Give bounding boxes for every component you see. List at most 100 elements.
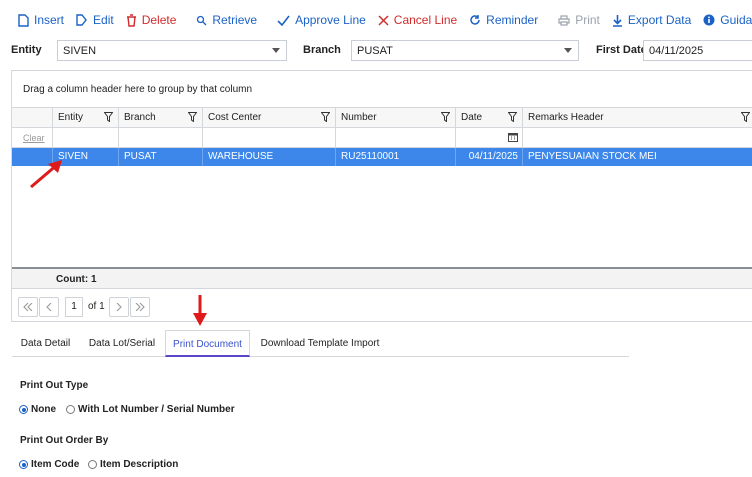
tab-download-template-import[interactable]: Download Template Import (258, 330, 382, 357)
radio-unselected-icon[interactable] (66, 405, 75, 414)
column-header-label: Date (461, 112, 483, 123)
document-icon (18, 13, 29, 27)
column-header-label: Entity (58, 112, 84, 123)
export-data-label: Export Data (627, 13, 692, 27)
approve-line-button[interactable]: Approve Line (271, 8, 372, 32)
radio-label: None (31, 404, 56, 415)
detail-tabs: Data Detail Data Lot/Serial Print Docume… (12, 330, 629, 357)
entity-select-value: SIVEN (63, 45, 97, 57)
column-header-label: Remarks Header (528, 112, 604, 123)
column-header-number[interactable]: Number (336, 108, 456, 128)
next-page-button[interactable] (108, 296, 129, 317)
page-number-input[interactable]: 1 (65, 296, 83, 317)
column-header-remarks[interactable]: Remarks Header (523, 108, 752, 128)
filter-cell-remarks[interactable] (523, 128, 752, 148)
delete-button[interactable]: Delete (120, 8, 183, 32)
delete-label: Delete (141, 13, 177, 27)
print-type-none-radio[interactable]: None (19, 404, 56, 415)
radio-label: With Lot Number / Serial Number (78, 404, 235, 415)
export-data-button[interactable]: Export Data (606, 8, 697, 32)
search-icon (197, 15, 207, 25)
cancel-line-label: Cancel Line (393, 13, 458, 27)
filter-cell-entity[interactable] (53, 128, 119, 148)
column-header-label: Branch (124, 112, 156, 123)
data-grid: Drag a column header here to group by th… (11, 70, 752, 322)
filter-row: Clear (12, 128, 752, 148)
cell-number[interactable]: RU25110001 (336, 148, 456, 166)
check-icon (277, 15, 290, 26)
pager: 1 of 1 (12, 290, 752, 323)
print-button[interactable]: Print (552, 8, 606, 32)
column-header-cost-center[interactable]: Cost Center (203, 108, 336, 128)
branch-label: Branch (303, 44, 341, 56)
filter-icon[interactable] (741, 112, 750, 122)
column-header-label: Cost Center (208, 112, 262, 123)
retrieve-button[interactable]: Retrieve (190, 8, 263, 32)
tab-data-detail[interactable]: Data Detail (12, 330, 79, 357)
chevron-down-icon[interactable] (266, 41, 286, 60)
annotation-arrow-icon (30, 160, 62, 189)
entity-select[interactable]: SIVEN (57, 40, 287, 61)
edit-button[interactable]: Edit (70, 8, 120, 32)
reminder-label: Reminder (486, 13, 539, 27)
chevron-right-icon (116, 302, 122, 311)
grid-header: Entity Branch Cost Center Number Date Re… (12, 108, 752, 128)
cell-remarks[interactable]: PENYESUAIAN STOCK MEI (523, 148, 752, 166)
calendar-icon[interactable] (508, 132, 518, 142)
tab-print-document[interactable]: Print Document (165, 330, 250, 357)
edit-label: Edit (93, 13, 114, 27)
chevron-down-icon[interactable] (558, 41, 578, 60)
edit-icon (76, 13, 87, 26)
order-item-code-radio[interactable]: Item Code (19, 459, 79, 470)
table-row[interactable]: SIVEN PUSAT WAREHOUSE RU25110001 04/11/2… (12, 148, 752, 166)
cell-date[interactable]: 04/11/2025 (456, 148, 523, 166)
filter-icon[interactable] (441, 112, 450, 122)
info-icon (703, 14, 715, 26)
column-header-branch[interactable]: Branch (119, 108, 203, 128)
group-by-panel[interactable]: Drag a column header here to group by th… (12, 71, 752, 108)
double-chevron-left-icon (23, 302, 33, 311)
cell-cost-center[interactable]: WAREHOUSE (203, 148, 336, 166)
group-by-hint: Drag a column header here to group by th… (23, 84, 253, 95)
reminder-button[interactable]: Reminder (463, 8, 544, 32)
clear-filter-link[interactable]: Clear (12, 128, 53, 148)
cell-branch[interactable]: PUSAT (119, 148, 203, 166)
close-icon (378, 14, 389, 26)
filter-icon[interactable] (508, 112, 517, 122)
download-icon (612, 14, 622, 27)
tab-data-lot-serial[interactable]: Data Lot/Serial (84, 330, 160, 357)
branch-select[interactable]: PUSAT (351, 40, 579, 61)
first-page-button[interactable] (18, 296, 38, 317)
filter-cell-number[interactable] (336, 128, 456, 148)
radio-selected-icon[interactable] (19, 460, 28, 469)
page-count: of 1 (88, 301, 105, 312)
filter-cell-cost-center[interactable] (203, 128, 336, 148)
last-page-button[interactable] (129, 296, 150, 317)
row-count: Count: 1 (12, 269, 752, 289)
trash-icon (126, 13, 136, 27)
double-chevron-right-icon (135, 302, 145, 311)
prev-page-button[interactable] (39, 296, 59, 317)
column-header-entity[interactable]: Entity (53, 108, 119, 128)
column-header-date[interactable]: Date (456, 108, 523, 128)
guidance-label: Guidance (720, 13, 752, 27)
filter-cell-date[interactable] (456, 128, 523, 148)
cancel-line-button[interactable]: Cancel Line (372, 8, 463, 32)
filter-icon[interactable] (104, 112, 113, 122)
order-item-description-radio[interactable]: Item Description (88, 459, 178, 470)
header-selector (12, 108, 53, 128)
printer-icon (558, 14, 570, 26)
annotation-arrow-icon (193, 295, 207, 326)
filter-icon[interactable] (188, 112, 197, 122)
radio-selected-icon[interactable] (19, 405, 28, 414)
approve-line-label: Approve Line (295, 13, 366, 27)
branch-select-value: PUSAT (357, 45, 393, 57)
first-date-label: First Date (596, 44, 647, 56)
radio-unselected-icon[interactable] (88, 460, 97, 469)
filter-cell-branch[interactable] (119, 128, 203, 148)
first-date-field[interactable]: 04/11/2025 (643, 40, 752, 61)
print-type-lot-serial-radio[interactable]: With Lot Number / Serial Number (66, 404, 235, 415)
guidance-button[interactable]: Guidance (697, 8, 752, 32)
filter-icon[interactable] (321, 112, 330, 122)
insert-button[interactable]: Insert (12, 8, 70, 32)
